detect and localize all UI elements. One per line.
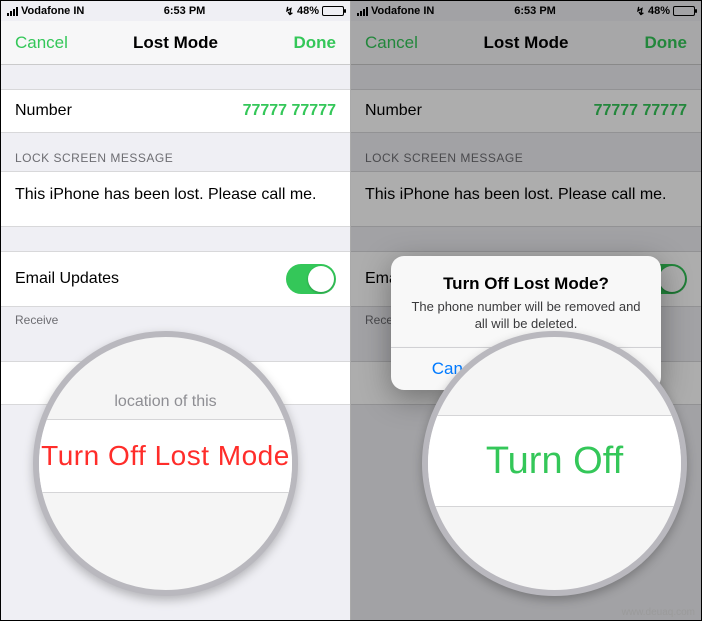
status-left: Vodafone IN xyxy=(7,5,84,17)
lightning-icon: ↯ xyxy=(636,5,645,18)
magnifier-hint: location of this xyxy=(33,393,298,411)
email-updates-label: Email Updates xyxy=(15,270,119,288)
left-magnifier: location of this Turn Off Lost Mode xyxy=(33,331,298,596)
right-screenshot: Vodafone IN 6:53 PM ↯48% Cancel Lost Mod… xyxy=(351,1,701,620)
lightning-icon: ↯ xyxy=(285,5,294,18)
lock-screen-section-header: LOCK SCREEN MESSAGE xyxy=(1,133,350,171)
watermark: www.deuaq.com xyxy=(622,607,695,618)
nav-bar: Cancel Lost Mode Done xyxy=(351,21,701,65)
status-bar: Vodafone IN 6:53 PM ↯ 48% xyxy=(1,1,350,21)
battery-percent: 48% xyxy=(648,5,670,17)
lock-message-field[interactable]: This iPhone has been lost. Please call m… xyxy=(351,171,701,227)
email-updates-row: Email Updates xyxy=(1,251,350,307)
status-time: 6:53 PM xyxy=(434,5,635,17)
number-row[interactable]: Number 77777 77777 xyxy=(351,89,701,133)
status-right: ↯ 48% xyxy=(285,5,344,18)
magnified-turn-off-text: Turn Off Lost Mode xyxy=(41,440,290,471)
battery-icon xyxy=(322,6,344,16)
number-value: 77777 77777 xyxy=(243,102,336,120)
alert-title: Turn Off Lost Mode? xyxy=(407,274,645,294)
done-button[interactable]: Done xyxy=(645,33,688,53)
email-updates-toggle[interactable] xyxy=(286,264,336,294)
alert-message: The phone number will be removed and all… xyxy=(407,298,645,333)
lock-screen-section-header: LOCK SCREEN MESSAGE xyxy=(351,133,701,171)
status-bar: Vodafone IN 6:53 PM ↯48% xyxy=(351,1,701,21)
battery-percent: 48% xyxy=(297,5,319,17)
tutorial-composite: Vodafone IN 6:53 PM ↯ 48% Cancel Lost Mo… xyxy=(0,0,702,621)
cancel-button[interactable]: Cancel xyxy=(365,33,418,53)
number-value: 77777 77777 xyxy=(594,102,687,120)
number-row[interactable]: Number 77777 77777 xyxy=(1,89,350,133)
number-label: Number xyxy=(15,102,72,120)
carrier-label: Vodafone IN xyxy=(21,5,84,17)
number-label: Number xyxy=(365,102,422,120)
done-button[interactable]: Done xyxy=(294,33,337,53)
email-updates-note: Receive xyxy=(1,307,350,333)
signal-icon xyxy=(357,7,368,16)
lock-message-field[interactable]: This iPhone has been lost. Please call m… xyxy=(1,171,350,227)
signal-icon xyxy=(7,7,18,16)
battery-icon xyxy=(673,6,695,16)
cancel-button[interactable]: Cancel xyxy=(15,33,68,53)
right-magnifier: Turn Off xyxy=(422,331,687,596)
left-screenshot: Vodafone IN 6:53 PM ↯ 48% Cancel Lost Mo… xyxy=(1,1,351,620)
carrier-label: Vodafone IN xyxy=(371,5,434,17)
nav-bar: Cancel Lost Mode Done xyxy=(1,21,350,65)
magnified-turn-off-confirm: Turn Off xyxy=(486,440,623,482)
status-time: 6:53 PM xyxy=(84,5,284,17)
